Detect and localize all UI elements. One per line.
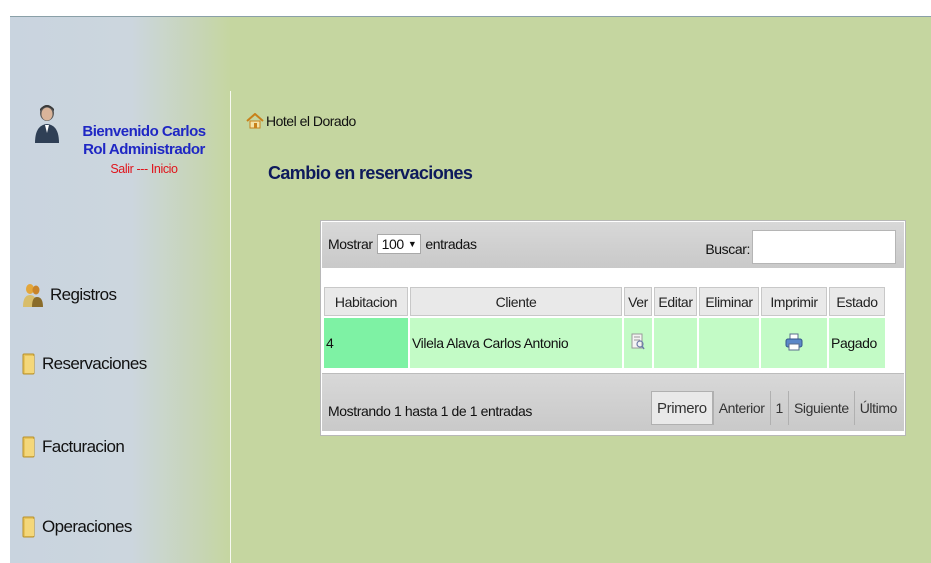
folder-icon	[22, 516, 35, 538]
pagination-next-button[interactable]: Siguiente	[787, 391, 854, 425]
cell-estado: Pagado	[829, 316, 885, 368]
length-control: Mostrar 100 ▼ entradas	[328, 234, 477, 254]
cell-cliente: Vilela Alava Carlos Antonio	[410, 316, 622, 368]
grid-footer: Mostrando 1 hasta 1 de 1 entradas Primer…	[322, 373, 904, 431]
logout-link[interactable]: Salir	[110, 162, 133, 176]
table-row: 4 Vilela Alava Carlos Antonio Pagado	[324, 316, 885, 368]
pagination-last-button[interactable]: Último	[853, 391, 902, 425]
chevron-down-icon: ▼	[407, 239, 417, 249]
page-title: Cambio en reservaciones	[268, 163, 473, 183]
print-icon[interactable]	[785, 333, 803, 351]
reservations-grid: Mostrar 100 ▼ entradas Buscar: Habitacion…	[320, 220, 906, 436]
sidebar: Bienvenido Carlos Rol Administrador Sali…	[10, 17, 231, 563]
home-icon	[246, 113, 264, 129]
table-info: Mostrando 1 hasta 1 de 1 entradas	[328, 403, 532, 419]
sidebar-divider	[230, 91, 231, 563]
role-text: Rol Administrador	[83, 141, 205, 158]
app-page: Bienvenido Carlos Rol Administrador Sali…	[10, 16, 931, 563]
folder-icon	[22, 353, 35, 375]
cell-ver	[624, 316, 652, 368]
sidebar-item-label: Reservaciones	[42, 354, 147, 373]
sidebar-item-label: Operaciones	[42, 517, 132, 536]
sidebar-item-facturacion[interactable]: Facturacion	[22, 432, 125, 462]
sidebar-item-reservaciones[interactable]: Reservaciones	[22, 349, 147, 379]
folder-icon	[22, 436, 35, 458]
length-label-before: Mostrar	[328, 236, 373, 252]
sidebar-item-registros[interactable]: Registros	[22, 280, 117, 310]
sidebar-item-operaciones[interactable]: Operaciones	[22, 512, 132, 542]
column-header-eliminar[interactable]: Eliminar	[699, 287, 759, 316]
breadcrumb[interactable]: Hotel el Dorado	[246, 109, 356, 133]
entries-select[interactable]: 100 ▼	[376, 234, 422, 254]
column-header-imprimir[interactable]: Imprimir	[761, 287, 827, 316]
reservations-table: Habitacion Cliente Ver Editar Eliminar I…	[322, 287, 887, 368]
grid-toolbar: Mostrar 100 ▼ entradas Buscar:	[322, 222, 904, 268]
search-control: Buscar:	[705, 230, 896, 264]
column-header-habitacion[interactable]: Habitacion	[324, 287, 408, 316]
pagination-previous-button[interactable]: Anterior	[712, 391, 770, 425]
search-label: Buscar:	[705, 241, 750, 257]
column-header-cliente[interactable]: Cliente	[410, 287, 622, 316]
cell-habitacion: 4	[324, 316, 408, 368]
cell-eliminar[interactable]	[699, 316, 759, 368]
view-icon[interactable]	[631, 333, 645, 351]
welcome-text: Bienvenido Carlos	[82, 123, 206, 140]
user-info: Bienvenido Carlos Rol Administrador Sali…	[64, 123, 224, 177]
cell-imprimir	[761, 316, 827, 368]
table-header-row: Habitacion Cliente Ver Editar Eliminar I…	[324, 287, 885, 316]
entries-select-value: 100	[381, 236, 405, 252]
column-header-editar[interactable]: Editar	[654, 287, 697, 316]
length-label-after: entradas	[425, 236, 477, 252]
user-avatar-icon	[35, 105, 59, 143]
home-link[interactable]: Inicio	[151, 162, 178, 176]
pagination-page-1[interactable]: 1	[769, 391, 788, 425]
search-input[interactable]	[752, 230, 896, 264]
top-bar	[0, 0, 931, 16]
user-panel: Bienvenido Carlos Rol Administrador Sali…	[34, 103, 230, 213]
sidebar-item-label: Registros	[50, 285, 117, 304]
users-icon	[23, 284, 43, 307]
column-header-estado[interactable]: Estado	[829, 287, 885, 316]
pagination-first-button[interactable]: Primero	[651, 391, 713, 425]
column-header-ver[interactable]: Ver	[624, 287, 652, 316]
cell-editar[interactable]	[654, 316, 697, 368]
pagination: Primero Anterior 1 Siguiente Último	[651, 391, 902, 425]
link-separator: ---	[133, 162, 151, 176]
breadcrumb-home[interactable]: Hotel el Dorado	[266, 113, 356, 129]
sidebar-item-label: Facturacion	[42, 437, 125, 456]
user-links: Salir --- Inicio	[64, 161, 224, 177]
